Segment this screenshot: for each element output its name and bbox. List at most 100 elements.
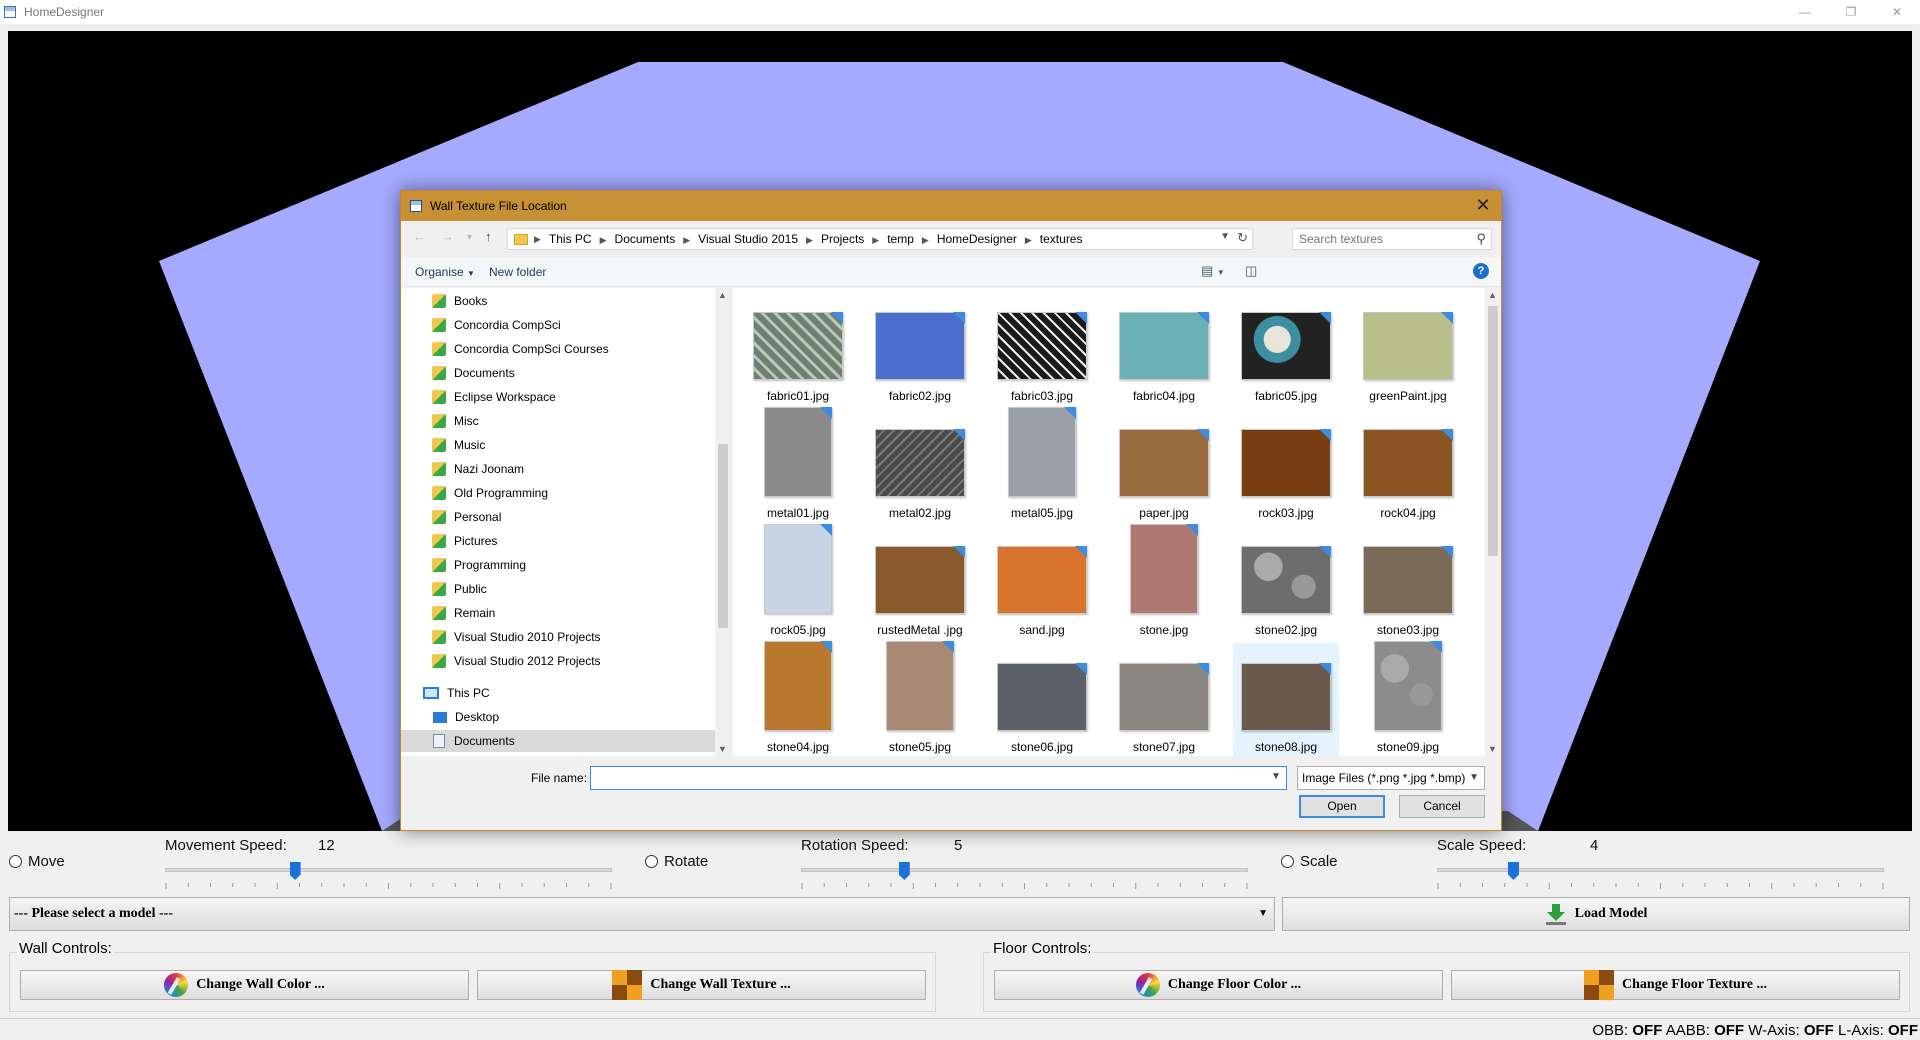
file-tile[interactable]: paper.jpg — [1111, 409, 1217, 522]
file-tile[interactable]: stone02.jpg — [1233, 526, 1339, 639]
chevron-down-icon[interactable]: ▼ — [1220, 231, 1230, 242]
close-icon[interactable]: ✕ — [1473, 196, 1493, 216]
up-icon[interactable]: ↑ — [485, 229, 492, 244]
file-tile[interactable]: fabric03.jpg — [989, 292, 1095, 405]
recent-dropdown-icon[interactable]: ▼ — [465, 232, 474, 242]
new-folder-button[interactable]: New folder — [489, 265, 546, 279]
nav-item[interactable]: Old Programming — [401, 482, 715, 504]
file-tile[interactable]: rock05.jpg — [745, 524, 851, 639]
scroll-up-icon[interactable]: ▲ — [718, 290, 727, 300]
refresh-icon[interactable]: ↻ — [1237, 230, 1248, 246]
movement-slider-handle[interactable] — [289, 862, 301, 880]
breadcrumb-separator-icon[interactable]: ▶ — [806, 235, 813, 245]
open-button[interactable]: Open — [1299, 795, 1385, 818]
scale-speed-slider[interactable] — [1437, 868, 1884, 872]
nav-scroll-thumb[interactable] — [718, 444, 728, 628]
change-wall-texture-button[interactable]: Change Wall Texture ... — [477, 970, 926, 1000]
breadcrumb-item[interactable]: Documents — [615, 232, 676, 246]
file-name-input[interactable] — [591, 767, 1261, 789]
breadcrumb-item[interactable]: This PC — [549, 232, 592, 246]
breadcrumb-item[interactable]: temp — [887, 232, 914, 246]
nav-item[interactable]: Concordia CompSci — [401, 314, 715, 336]
scale-radio[interactable] — [1281, 855, 1294, 868]
nav-item[interactable]: Music — [401, 434, 715, 456]
close-window-icon[interactable]: ✕ — [1874, 0, 1920, 24]
nav-item[interactable]: Nazi Joonam — [401, 458, 715, 480]
change-floor-color-button[interactable]: Change Floor Color ... — [994, 970, 1443, 1000]
load-model-button[interactable]: Load Model — [1282, 897, 1910, 931]
restore-icon[interactable]: ❐ — [1828, 0, 1874, 24]
nav-item[interactable]: Visual Studio 2010 Projects — [401, 626, 715, 648]
file-tile[interactable]: metal02.jpg — [867, 409, 973, 522]
breadcrumb-item[interactable]: Visual Studio 2015 — [698, 232, 798, 246]
file-tile[interactable]: metal01.jpg — [745, 407, 851, 522]
file-tile[interactable]: fabric01.jpg — [745, 292, 851, 405]
breadcrumb-separator-icon[interactable]: ▶ — [600, 235, 607, 245]
file-tile[interactable]: fabric05.jpg — [1233, 292, 1339, 405]
file-scroll-thumb[interactable] — [1488, 306, 1498, 556]
nav-item[interactable]: Concordia CompSci Courses — [401, 338, 715, 360]
rotation-slider-handle[interactable] — [898, 862, 910, 880]
nav-item[interactable]: Desktop — [401, 706, 715, 728]
navigation-pane[interactable]: Books Concordia CompSci Concordia CompSci … — [401, 288, 731, 756]
file-tile[interactable]: rock03.jpg — [1233, 409, 1339, 522]
breadcrumb-separator-icon[interactable]: ▶ — [922, 235, 929, 245]
help-icon[interactable]: ? — [1473, 263, 1489, 279]
minimize-icon[interactable]: — — [1782, 0, 1828, 24]
nav-item-this-pc[interactable]: This PC — [401, 682, 715, 704]
search-input[interactable] — [1293, 232, 1463, 246]
file-name-combo[interactable]: ▼ — [590, 766, 1287, 790]
forward-icon[interactable]: → — [441, 229, 454, 244]
nav-item[interactable]: Eclipse Workspace — [401, 386, 715, 408]
rotate-radio[interactable] — [645, 855, 658, 868]
change-floor-texture-button[interactable]: Change Floor Texture ... — [1451, 970, 1900, 1000]
nav-item[interactable]: Documents — [401, 362, 715, 384]
back-icon[interactable]: ← — [413, 229, 426, 244]
file-list[interactable]: fabric01.jpg fabric02.jpg fabric03.jpg fabr… — [733, 288, 1485, 756]
scroll-down-icon[interactable]: ▼ — [1488, 744, 1497, 754]
scroll-down-icon[interactable]: ▼ — [718, 744, 727, 754]
breadcrumb-separator-icon[interactable]: ▶ — [683, 235, 690, 245]
nav-item[interactable]: Public — [401, 578, 715, 600]
file-tile[interactable]: stone07.jpg — [1111, 643, 1217, 756]
nav-item[interactable]: Visual Studio 2012 Projects — [401, 650, 715, 672]
scale-slider-handle[interactable] — [1507, 862, 1519, 880]
file-tile[interactable]: stone09.jpg — [1355, 641, 1461, 756]
nav-item[interactable]: Documents — [401, 730, 715, 752]
search-box[interactable]: ⚲ — [1292, 228, 1492, 250]
chevron-down-icon[interactable]: ▼ — [1271, 771, 1281, 782]
file-tile[interactable]: fabric02.jpg — [867, 292, 973, 405]
breadcrumb-item[interactable]: HomeDesigner — [937, 232, 1017, 246]
file-tile[interactable]: sand.jpg — [989, 526, 1095, 639]
cancel-button[interactable]: Cancel — [1399, 795, 1485, 818]
address-bar[interactable]: ▶ This PC ▶ Documents ▶ Visual Studio 2015 ▶ P… — [507, 228, 1253, 250]
movement-speed-slider[interactable] — [165, 868, 612, 872]
breadcrumb-separator-icon[interactable]: ▶ — [1025, 235, 1032, 245]
organise-button[interactable]: Organise ▼ — [415, 265, 475, 279]
breadcrumb-item[interactable]: textures — [1040, 232, 1083, 246]
rotation-speed-slider[interactable] — [801, 868, 1248, 872]
breadcrumb-separator-icon[interactable]: ▶ — [872, 235, 879, 245]
nav-item[interactable]: Programming — [401, 554, 715, 576]
nav-scrollbar[interactable]: ▲ ▼ — [715, 288, 731, 756]
nav-item[interactable]: Pictures — [401, 530, 715, 552]
file-tile[interactable]: stone03.jpg — [1355, 526, 1461, 639]
nav-item[interactable]: Misc — [401, 410, 715, 432]
view-options-icon[interactable]: ▤ ▼ — [1201, 263, 1225, 279]
move-radio[interactable] — [9, 855, 22, 868]
breadcrumb-item[interactable]: Projects — [821, 232, 864, 246]
nav-item[interactable]: Books — [401, 290, 715, 312]
file-tile[interactable]: stone04.jpg — [745, 641, 851, 756]
file-tile[interactable]: stone08.jpg — [1233, 643, 1339, 756]
file-tile[interactable]: stone05.jpg — [867, 641, 973, 756]
file-tile[interactable]: stone06.jpg — [989, 643, 1095, 756]
file-tile[interactable]: stone.jpg — [1111, 524, 1217, 639]
change-wall-color-button[interactable]: Change Wall Color ... — [20, 970, 469, 1000]
file-tile[interactable]: fabric04.jpg — [1111, 292, 1217, 405]
file-tile[interactable]: metal05.jpg — [989, 407, 1095, 522]
file-tile[interactable]: rustedMetal .jpg — [867, 526, 973, 639]
nav-item[interactable]: Remain — [401, 602, 715, 624]
file-tile[interactable]: greenPaint.jpg — [1355, 292, 1461, 405]
nav-item[interactable]: Personal — [401, 506, 715, 528]
file-tile[interactable]: rock04.jpg — [1355, 409, 1461, 522]
